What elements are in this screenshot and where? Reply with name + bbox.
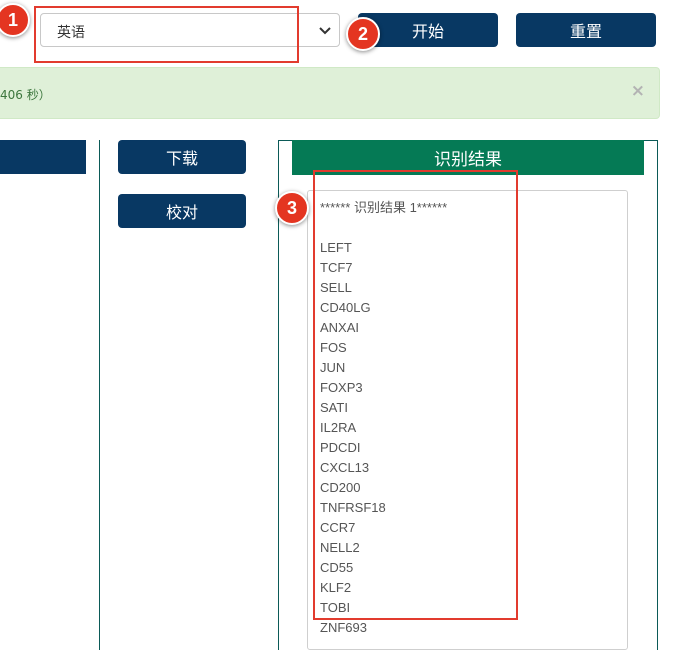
step-marker-3: 3 [275, 191, 309, 225]
left-panel-header [0, 140, 86, 174]
proofread-button[interactable]: 校对 [118, 194, 246, 228]
step-marker-1: 1 [0, 3, 30, 37]
alert-message: 406 秒） [0, 88, 51, 102]
result-line: ZNF693 [320, 620, 367, 635]
close-icon[interactable]: × [631, 81, 645, 101]
highlight-box-results [313, 170, 518, 620]
highlight-box-language [34, 6, 299, 63]
reset-button[interactable]: 重置 [516, 13, 656, 47]
left-panel [0, 140, 100, 650]
status-alert: 406 秒） × [0, 67, 660, 119]
download-button[interactable]: 下载 [118, 140, 246, 174]
chevron-down-icon [319, 27, 331, 35]
step-marker-2: 2 [346, 17, 380, 51]
